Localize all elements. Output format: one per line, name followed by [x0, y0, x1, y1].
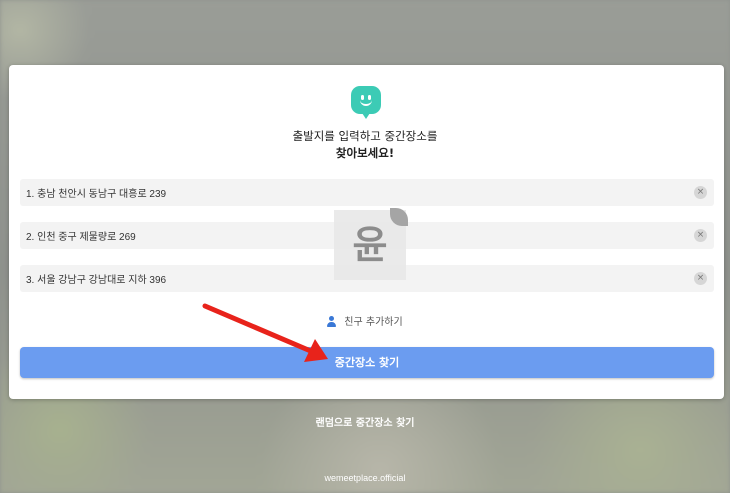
address-text: 1. 충남 천안시 동남구 대흥로 239 — [26, 189, 167, 200]
add-friend-label: 친구 추가하기 — [344, 317, 403, 328]
person-add-icon — [327, 316, 338, 327]
clear-icon[interactable]: × — [694, 229, 707, 242]
smiley-logo-icon — [351, 86, 381, 119]
address-text: 2. 인천 중구 제물량로 269 — [26, 232, 136, 243]
random-midpoint-link[interactable]: 랜덤으로 중간장소 찾기 — [0, 414, 730, 429]
footer-account: wemeetplace.official — [324, 473, 406, 483]
blog-watermark: 윤 — [334, 208, 408, 280]
leaf-icon — [390, 208, 408, 226]
add-friend-button[interactable]: 친구 추가하기 — [0, 313, 730, 328]
address-text: 3. 서울 강남구 강남대로 지하 396 — [26, 275, 167, 286]
headline-line-2: 찾아보세요! — [335, 146, 395, 160]
clear-icon[interactable]: × — [694, 186, 707, 199]
headline-line-1: 출발지를 입력하고 중간장소를 — [292, 129, 438, 143]
clear-icon[interactable]: × — [694, 272, 707, 285]
address-field-1[interactable]: 1. 충남 천안시 동남구 대흥로 239 × — [20, 179, 714, 206]
watermark-text: 윤 — [352, 223, 388, 267]
find-midpoint-button[interactable]: 중간장소 찾기 — [20, 347, 714, 378]
